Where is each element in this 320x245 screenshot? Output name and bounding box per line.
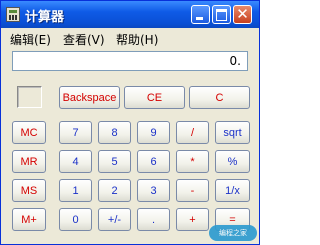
calculator-icon xyxy=(6,7,20,22)
calculator-window: 计算器 ✕ 编辑(E) 查看(V) 帮助(H) 0. Backspace CE … xyxy=(0,0,260,245)
reciprocal-button[interactable]: 1/x xyxy=(215,179,250,202)
backspace-button[interactable]: Backspace xyxy=(59,86,120,109)
menu-help[interactable]: 帮助(H) xyxy=(116,31,158,48)
digit-6-button[interactable]: 6 xyxy=(137,150,170,173)
digit-2-button[interactable]: 2 xyxy=(98,179,131,202)
sign-toggle-button[interactable]: +/- xyxy=(98,208,131,231)
digit-7-button[interactable]: 7 xyxy=(59,121,92,144)
digit-9-button[interactable]: 9 xyxy=(137,121,170,144)
close-button[interactable]: ✕ xyxy=(233,5,252,24)
watermark-badge: 编程之家 xyxy=(209,225,257,241)
digit-1-button[interactable]: 1 xyxy=(59,179,92,202)
title-bar[interactable]: 计算器 ✕ xyxy=(1,1,259,28)
memory-clear-button[interactable]: MC xyxy=(12,121,46,144)
subtract-button[interactable]: - xyxy=(176,179,209,202)
digit-4-button[interactable]: 4 xyxy=(59,150,92,173)
digit-8-button[interactable]: 8 xyxy=(98,121,131,144)
result-display: 0. xyxy=(12,51,248,71)
memory-recall-button[interactable]: MR xyxy=(12,150,46,173)
menu-bar: 编辑(E) 查看(V) 帮助(H) xyxy=(1,29,259,47)
maximize-button[interactable] xyxy=(212,5,231,24)
menu-edit[interactable]: 编辑(E) xyxy=(10,31,51,48)
close-icon: ✕ xyxy=(236,5,249,23)
memory-store-button[interactable]: MS xyxy=(12,179,46,202)
sqrt-button[interactable]: sqrt xyxy=(215,121,250,144)
digit-0-button[interactable]: 0 xyxy=(59,208,92,231)
digit-5-button[interactable]: 5 xyxy=(98,150,131,173)
decimal-point-button[interactable]: . xyxy=(137,208,170,231)
multiply-button[interactable]: * xyxy=(176,150,209,173)
menu-view[interactable]: 查看(V) xyxy=(63,31,105,48)
clear-button[interactable]: C xyxy=(189,86,250,109)
display-value: 0. xyxy=(229,54,241,68)
clear-entry-button[interactable]: CE xyxy=(124,86,185,109)
memory-add-button[interactable]: M+ xyxy=(12,208,46,231)
memory-indicator xyxy=(17,86,42,108)
window-title: 计算器 xyxy=(25,10,65,25)
add-button[interactable]: + xyxy=(176,208,209,231)
digit-3-button[interactable]: 3 xyxy=(137,179,170,202)
minimize-button[interactable] xyxy=(191,5,210,24)
divide-button[interactable]: / xyxy=(176,121,209,144)
percent-button[interactable]: % xyxy=(215,150,250,173)
